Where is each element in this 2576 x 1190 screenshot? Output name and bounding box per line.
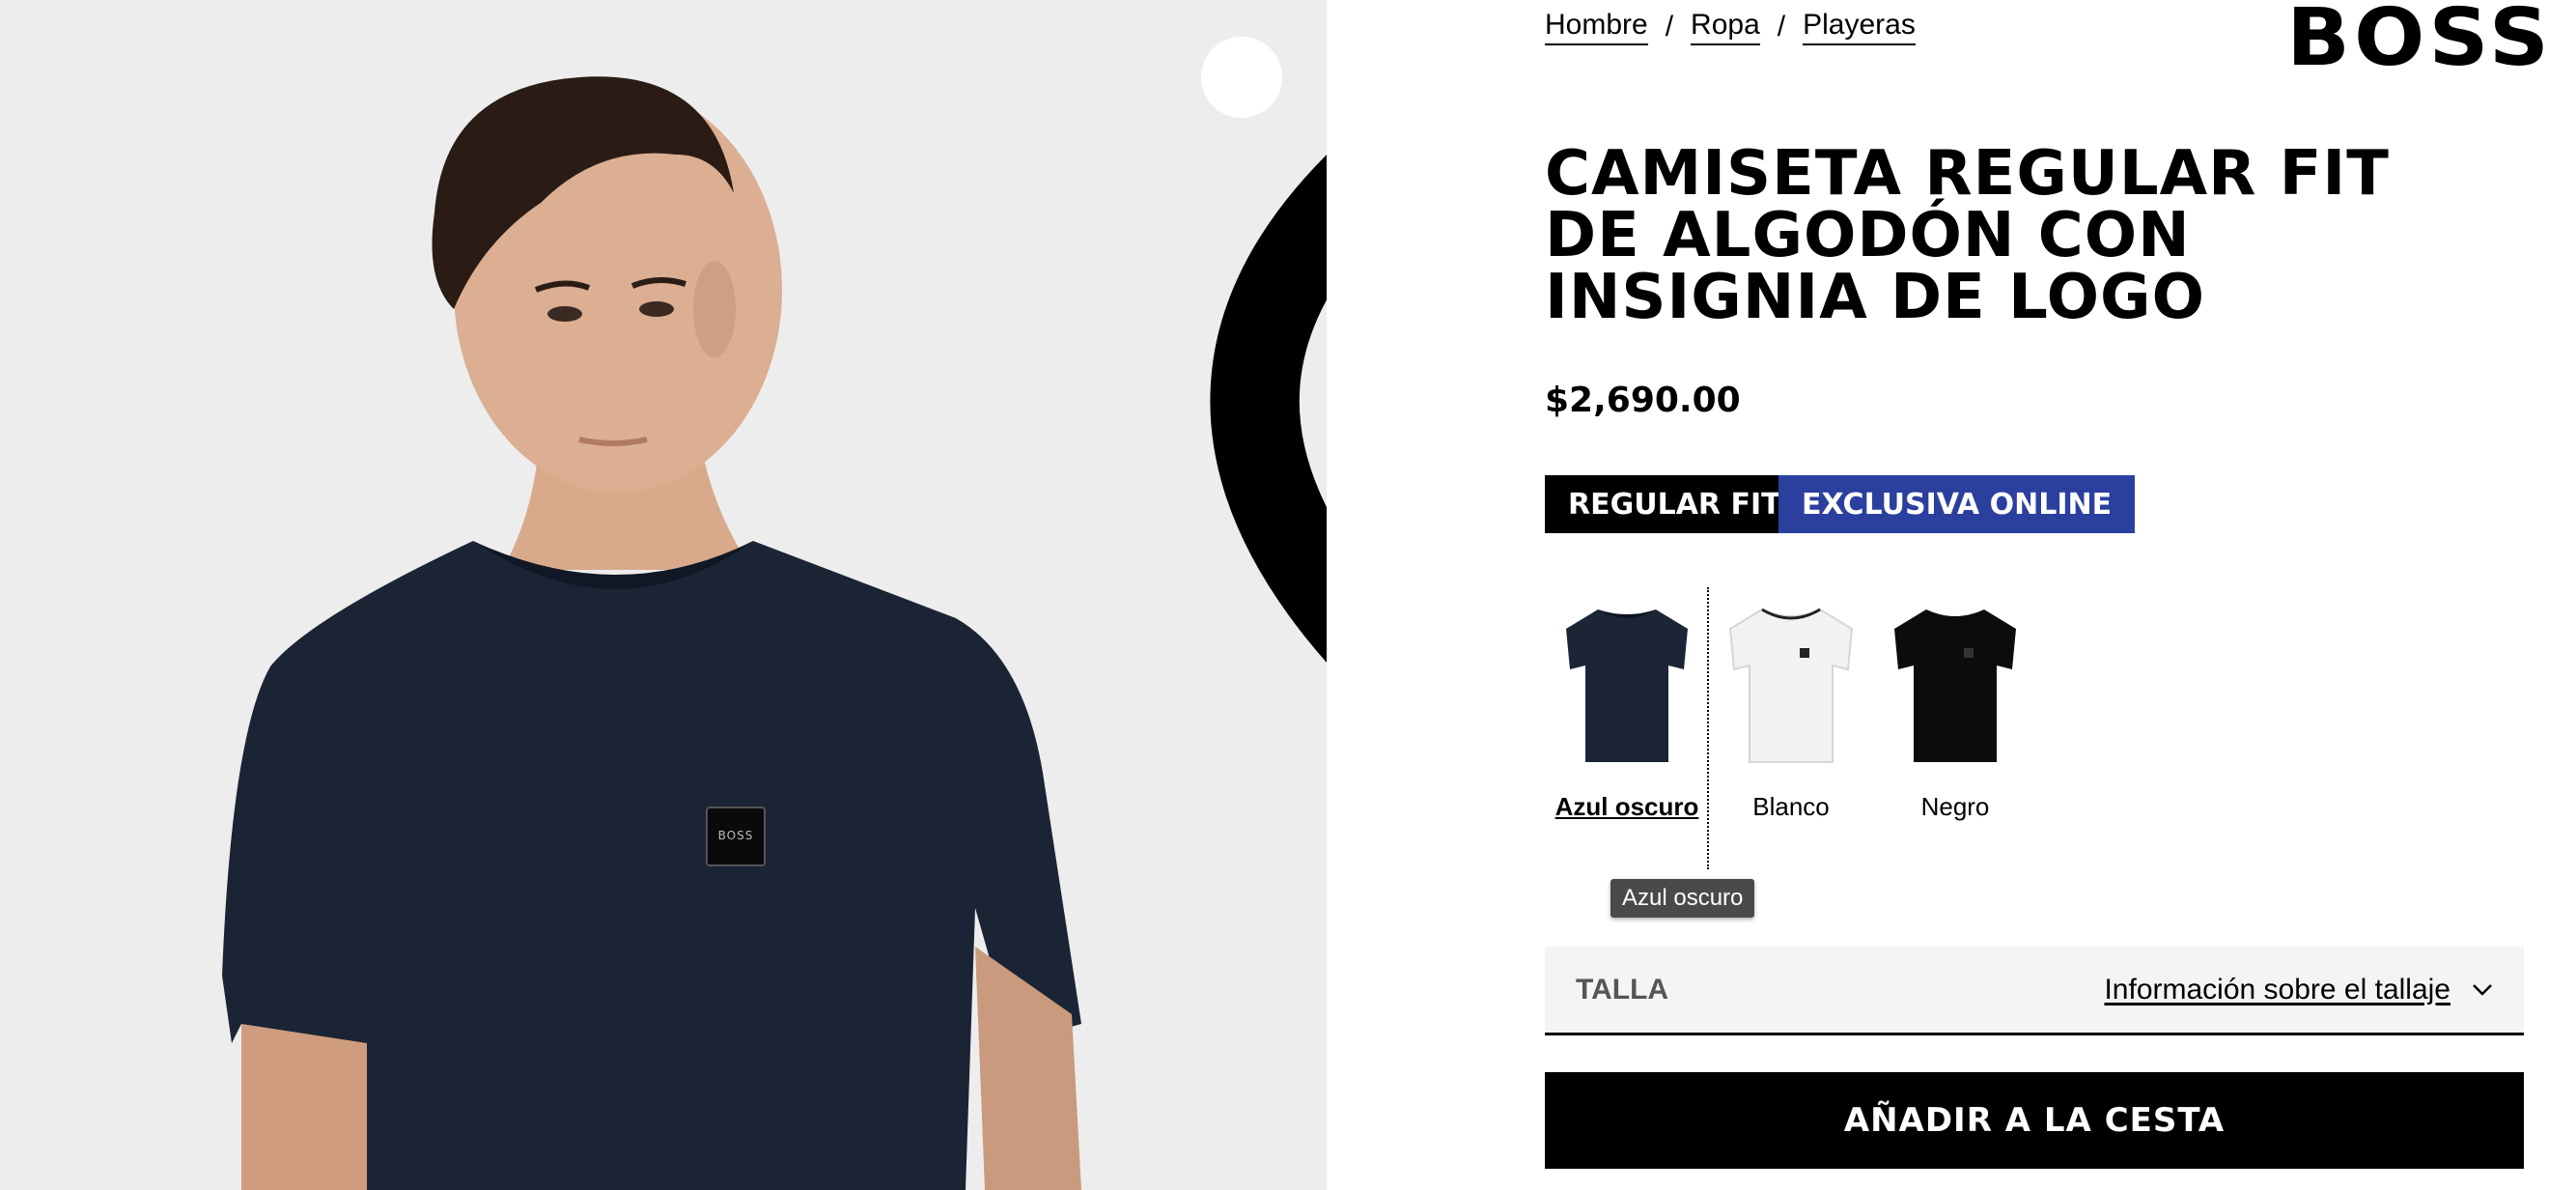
brand-logo[interactable]: BOSS <box>2286 0 2549 78</box>
chevron-down-icon <box>2473 983 2492 996</box>
tshirt-icon <box>1894 609 2016 762</box>
add-to-cart-button[interactable]: AÑADIR A LA CESTA <box>1545 1072 2524 1169</box>
color-swatch-negro[interactable]: Negro <box>1873 587 2037 821</box>
heart-outline-icon <box>1210 155 1327 663</box>
wishlist-button[interactable] <box>1201 37 1327 663</box>
color-swatch-azul-oscuro[interactable]: Azul oscuro <box>1545 587 1709 821</box>
product-image[interactable]: BOSS <box>0 0 1327 1190</box>
model-photo <box>0 0 1327 1190</box>
size-info-link[interactable]: Información sobre el tallaje <box>2104 974 2493 1006</box>
color-tooltip: Azul oscuro <box>1610 879 1755 918</box>
color-selector: Azul oscuro Blanco Negro <box>1545 587 2124 877</box>
badge-regular-fit: REGULAR FIT <box>1545 475 1805 533</box>
breadcrumb-separator: / <box>1777 11 1786 42</box>
product-title: CAMISETA REGULAR FIT DE ALGODÓN CON INSI… <box>1545 138 2390 333</box>
color-label: Azul oscuro <box>1554 792 1699 821</box>
tshirt-thumbnail <box>1709 587 1873 780</box>
breadcrumb: Hombre / Ropa / Playeras <box>1545 8 1916 46</box>
color-swatch-blanco[interactable]: Blanco <box>1709 587 1873 821</box>
breadcrumb-playeras[interactable]: Playeras <box>1803 9 1916 45</box>
badge-exclusiva-online: EXCLUSIVA ONLINE <box>1778 475 2136 533</box>
color-label: Blanco <box>1752 792 1830 821</box>
product-price: $2,690.00 <box>1545 381 1741 420</box>
tshirt-thumbnail <box>1873 587 2037 780</box>
shirt-logo-badge: BOSS <box>717 829 754 842</box>
tshirt-icon <box>1728 608 1854 763</box>
breadcrumb-separator: / <box>1665 11 1674 42</box>
breadcrumb-ropa[interactable]: Ropa <box>1691 9 1760 45</box>
tshirt-thumbnail <box>1545 587 1709 780</box>
tshirt-icon <box>1566 609 1688 762</box>
color-label: Negro <box>1920 792 1990 821</box>
size-label: TALLA <box>1576 973 1669 1006</box>
breadcrumb-hombre[interactable]: Hombre <box>1545 9 1648 45</box>
size-info-text: Información sobre el tallaje <box>2104 973 2450 1006</box>
size-selector[interactable]: TALLA Información sobre el tallaje <box>1545 947 2524 1035</box>
